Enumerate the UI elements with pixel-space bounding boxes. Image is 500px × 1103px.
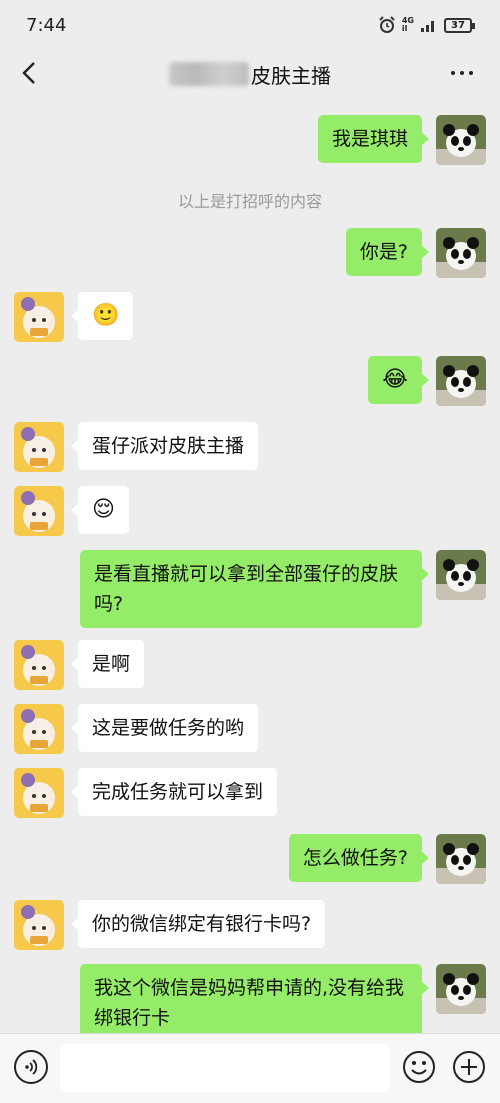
eggy-avatar: [14, 422, 64, 472]
more-dot: [469, 71, 473, 75]
status-indicators: 4G il 37: [378, 16, 475, 34]
panda-avatar: [436, 115, 486, 165]
panda-avatar: [436, 228, 486, 278]
avatar-them[interactable]: [14, 292, 64, 342]
eggy-avatar: [14, 768, 64, 818]
avatar-me[interactable]: [436, 356, 486, 406]
avatar-me[interactable]: [436, 964, 486, 1014]
chat-title-text: 皮肤主播: [251, 63, 331, 88]
avatar-them[interactable]: [14, 422, 64, 472]
avatar-them[interactable]: [14, 704, 64, 754]
panda-avatar: [436, 356, 486, 406]
chat-title: 皮肤主播: [169, 60, 331, 89]
message-bubble-me[interactable]: 😂: [368, 356, 429, 404]
blurred-name: [169, 62, 249, 86]
status-time: 7:44: [26, 14, 67, 36]
message-bubble-them[interactable]: 这是要做任务的哟: [70, 704, 259, 752]
avatar-them[interactable]: [14, 486, 64, 536]
network-indicator: 4G il: [401, 16, 414, 33]
avatar-me[interactable]: [436, 228, 486, 278]
avatar-them[interactable]: [14, 900, 64, 950]
message-bubble-me[interactable]: 是看直播就可以拿到全部蛋仔的皮肤吗?: [80, 550, 429, 628]
more-dot: [460, 71, 464, 75]
message-bubble-them[interactable]: 😌: [71, 486, 129, 534]
battery-indicator: 37: [444, 17, 475, 33]
message-bubble-me[interactable]: 怎么做任务?: [288, 834, 430, 882]
back-button[interactable]: [14, 58, 44, 88]
more-button[interactable]: [442, 58, 482, 88]
voice-icon: [25, 1059, 38, 1075]
eggy-avatar: [14, 900, 64, 950]
eggy-avatar: [14, 640, 64, 690]
message-bubble-them[interactable]: 是啊: [70, 640, 145, 688]
signal-icon: [421, 21, 434, 32]
avatar-me[interactable]: [436, 834, 486, 884]
emoji-button[interactable]: [402, 1050, 436, 1084]
panda-avatar: [436, 964, 486, 1014]
message-bubble-me[interactable]: 我这个微信是妈妈帮申请的,没有给我绑银行卡: [80, 964, 429, 1033]
more-dots-icon: [451, 71, 455, 75]
avatar-them[interactable]: [14, 640, 64, 690]
avatar-me[interactable]: [436, 115, 486, 165]
message-bubble-them[interactable]: 你的微信绑定有银行卡吗?: [70, 900, 326, 948]
alarm-icon: [379, 16, 395, 33]
panda-avatar: [436, 834, 486, 884]
message-bubble-them[interactable]: 完成任务就可以拿到: [70, 768, 278, 816]
chat-header: 皮肤主播: [0, 50, 500, 98]
message-bubble-them[interactable]: 🙂: [70, 292, 134, 340]
emoji-icon: [403, 1051, 435, 1083]
message-input[interactable]: [60, 1044, 390, 1092]
avatar-them[interactable]: [14, 768, 64, 818]
message-bubble-me[interactable]: 你是?: [345, 228, 430, 276]
eggy-avatar: [14, 292, 64, 342]
voice-button[interactable]: [14, 1050, 48, 1084]
panda-avatar: [436, 550, 486, 600]
eggy-avatar: [14, 486, 64, 536]
system-note: 以上是打招呼的内容: [177, 192, 322, 211]
message-bubble-them[interactable]: 蛋仔派对皮肤主播: [70, 422, 259, 470]
message-bubble-me[interactable]: 我是琪琪: [317, 115, 430, 163]
plus-button[interactable]: [452, 1050, 486, 1084]
status-bar: 7:44 4G il 37: [0, 0, 500, 50]
chevron-left-icon: [22, 62, 35, 84]
plus-icon: [453, 1051, 485, 1083]
input-bar: [0, 1033, 500, 1103]
chat-messages[interactable]: 我是琪琪 以上是打招呼的内容 你是? 🙂 😂 蛋仔派对皮肤主播 😌 是看直播就可…: [0, 98, 500, 1033]
avatar-me[interactable]: [436, 550, 486, 600]
eggy-avatar: [14, 704, 64, 754]
